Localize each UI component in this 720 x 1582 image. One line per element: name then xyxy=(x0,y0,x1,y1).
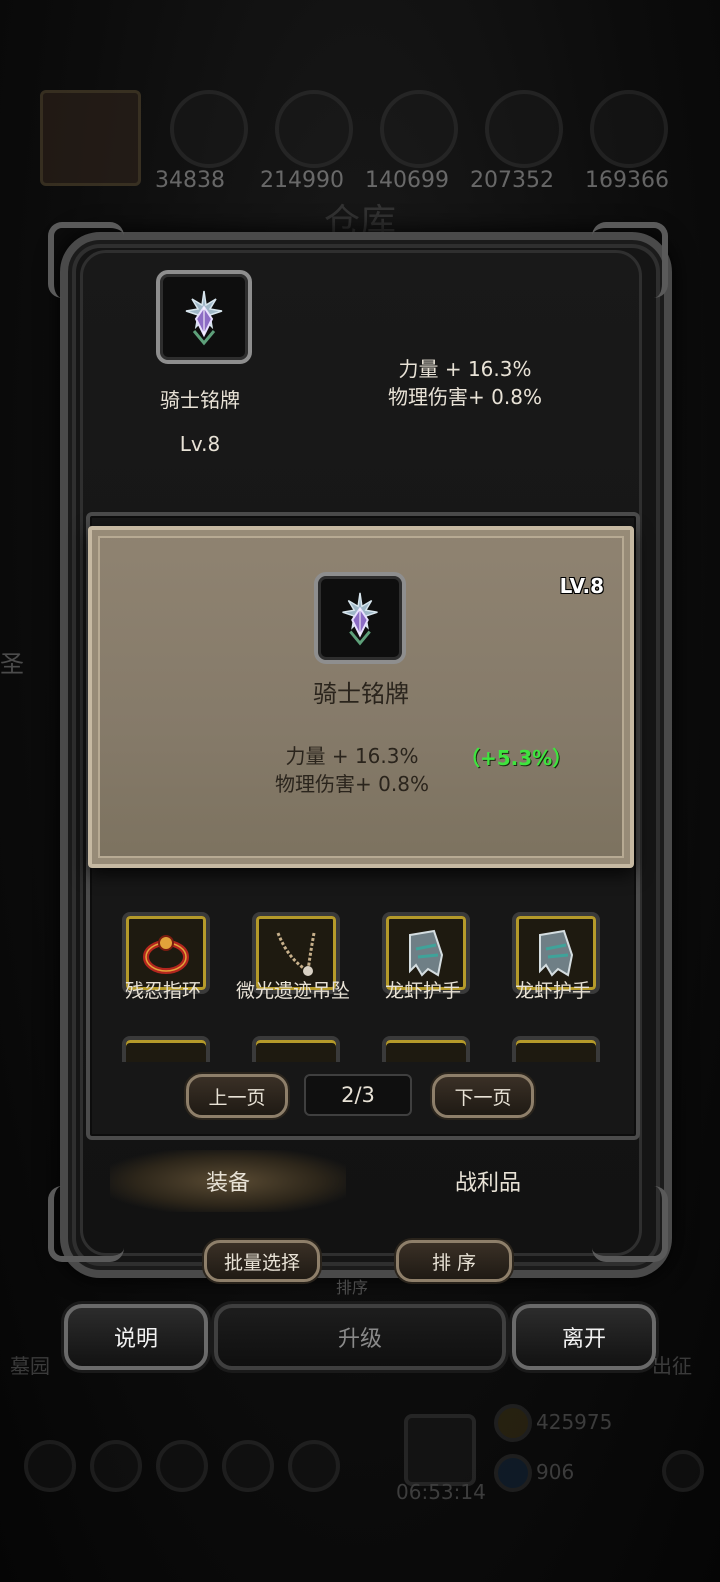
item-tooltip: LV.8 骑士铭牌 力量 + 16.3% 物理伤害+ 0.8% （+5.3%） xyxy=(88,526,634,868)
frame-corner-ornament xyxy=(592,222,668,298)
item-label: 龙虾护手 xyxy=(384,980,461,1002)
resource-icon-2 xyxy=(275,90,353,168)
equipped-item-slot[interactable] xyxy=(156,270,252,364)
upgrade-button[interactable]: 升级 xyxy=(214,1304,506,1370)
tooltip-stat-strength: 力量 + 16.3% xyxy=(285,744,419,768)
resource-value-5: 169366 xyxy=(585,168,669,193)
batch-select-button[interactable]: 批量选择 xyxy=(204,1240,320,1282)
background-side-label: 圣 xyxy=(0,650,24,678)
ring-icon xyxy=(143,935,189,974)
resource-value-3: 140699 xyxy=(365,168,449,193)
background-sort-label: 排序 xyxy=(336,1278,369,1297)
gem-icon xyxy=(494,1454,532,1492)
equipped-item-level: Lv.8 xyxy=(179,432,221,456)
resource-icon-5 xyxy=(590,90,668,168)
inventory-slot[interactable] xyxy=(382,1036,470,1062)
gauntlet-icon xyxy=(539,929,574,977)
tooltip-item-icon xyxy=(314,572,406,664)
tab-loot[interactable]: 战利品 xyxy=(370,1150,606,1212)
knight-emblem-icon xyxy=(342,592,378,646)
pendant-icon xyxy=(276,932,316,976)
knight-emblem-icon xyxy=(185,290,223,346)
resource-icon-4 xyxy=(485,90,563,168)
equipped-item-stats: 力量 + 16.3% 物理伤害+ 0.8% xyxy=(360,355,570,411)
prev-page-button[interactable]: 上一页 xyxy=(186,1074,288,1118)
gem-amount: 906 xyxy=(536,1460,575,1484)
resource-value-1: 34838 xyxy=(155,168,225,193)
sort-button[interactable]: 排 序 xyxy=(396,1240,512,1282)
gold-icon xyxy=(494,1404,532,1442)
inventory-slot[interactable] xyxy=(122,1036,210,1062)
frame-corner-ornament xyxy=(48,222,124,298)
add-icon xyxy=(662,1450,704,1492)
tooltip-stat-physical-damage: 物理伤害+ 0.8% xyxy=(275,772,429,796)
tooltip-stat-delta: （+5.3%） xyxy=(460,746,573,770)
inventory-slot[interactable] xyxy=(252,1036,340,1062)
tooltip-item-name: 骑士铭牌 xyxy=(313,680,409,708)
menu-icon xyxy=(222,1440,274,1492)
tooltip-level: LV.8 xyxy=(559,574,604,598)
background-resource-bar: 34838 214990 140699 207352 169366 xyxy=(30,90,690,200)
item-label: 微光遗迹吊坠 xyxy=(235,980,350,1002)
resource-value-4: 207352 xyxy=(470,168,554,193)
resource-value-2: 214990 xyxy=(260,168,344,193)
leave-button[interactable]: 离开 xyxy=(512,1304,656,1370)
tab-equipment[interactable]: 装备 xyxy=(110,1150,346,1212)
inventory-slot[interactable] xyxy=(512,1036,600,1062)
gift-icon xyxy=(404,1414,476,1486)
menu-icon xyxy=(156,1440,208,1492)
item-label: 龙虾护手 xyxy=(514,980,591,1002)
event-timer: 06:53:14 xyxy=(396,1480,486,1504)
graveyard-label: 墓园 xyxy=(10,1354,50,1378)
gold-amount: 425975 xyxy=(536,1410,613,1434)
background-bottom-bar: 墓园 出征 06:53:14 425975 906 xyxy=(0,1354,720,1582)
equipped-stat-physical-damage: 物理伤害+ 0.8% xyxy=(388,385,542,409)
menu-icon xyxy=(90,1440,142,1492)
menu-icon xyxy=(24,1440,76,1492)
resource-icon-3 xyxy=(380,90,458,168)
gauntlet-icon xyxy=(409,929,444,977)
tooltip-stats: 力量 + 16.3% 物理伤害+ 0.8% xyxy=(252,742,452,798)
expedition-label: 出征 xyxy=(652,1354,692,1378)
equipped-item-name: 骑士铭牌 xyxy=(160,388,240,412)
resource-icon-1 xyxy=(170,90,248,168)
inventory-row: 残忍指环 微光遗迹吊坠 龙虾护手 龙虾护手 xyxy=(96,910,622,1050)
help-button[interactable]: 说明 xyxy=(64,1304,208,1370)
next-page-button[interactable]: 下一页 xyxy=(432,1074,534,1118)
item-label: 残忍指环 xyxy=(124,980,201,1002)
menu-icon xyxy=(288,1440,340,1492)
page-indicator: 2/3 xyxy=(304,1074,412,1116)
player-avatar xyxy=(40,90,141,186)
equipped-stat-strength: 力量 + 16.3% xyxy=(398,357,532,381)
